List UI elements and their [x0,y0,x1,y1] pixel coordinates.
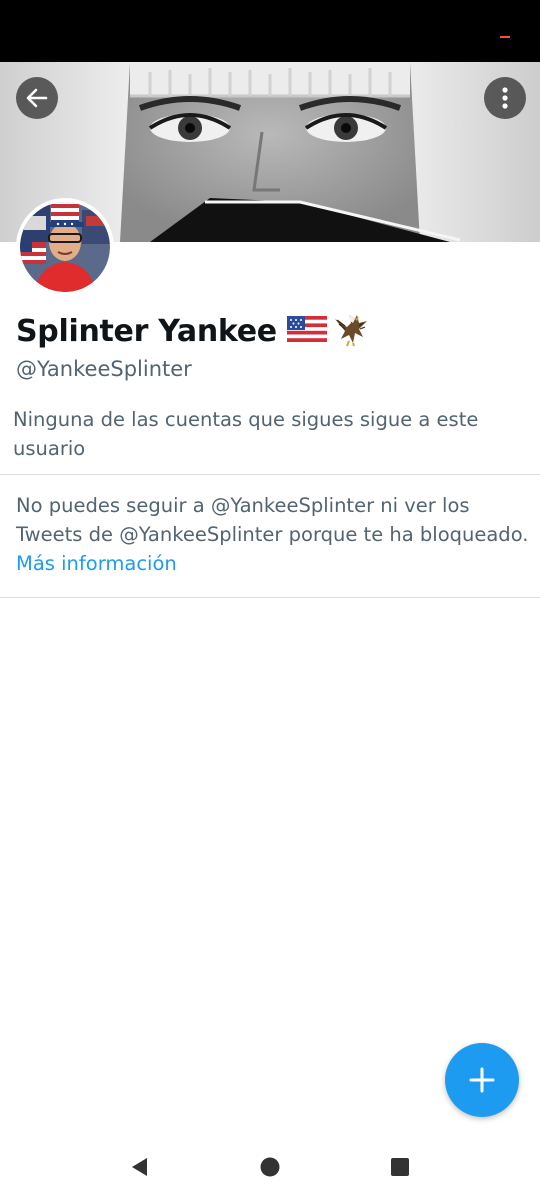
blocked-notice: No puedes seguir a @YankeeSplinter ni ve… [16,491,528,578]
followers-you-know-note: Ninguna de las cuentas que sigues sigue … [13,408,479,460]
nav-home-icon [260,1157,280,1177]
more-vertical-icon [502,87,508,109]
compose-tweet-button[interactable] [445,1043,519,1117]
eagle-icon [333,311,369,351]
nav-back-icon [132,1158,147,1176]
back-arrow-icon [26,88,48,108]
status-bar [0,0,540,62]
avatar-image [20,202,110,292]
learn-more-link[interactable]: Más información [16,549,528,578]
blocked-notice-line-1: No puedes seguir a @YankeeSplinter ni ve… [16,494,470,517]
profile-handle: @YankeeSplinter [16,357,192,381]
divider [0,597,540,598]
nav-recents-button[interactable] [385,1152,415,1182]
profile-name-row: Splinter Yankee [16,310,369,352]
avatar[interactable] [16,198,114,296]
divider [0,474,540,475]
back-button[interactable] [16,77,58,119]
display-name: Splinter Yankee [16,313,277,349]
system-navigation-bar [0,1130,540,1200]
nav-recents-icon [391,1158,409,1176]
plus-icon [469,1067,495,1093]
nav-home-button[interactable] [255,1152,285,1182]
more-options-button[interactable] [484,77,526,119]
us-flag-icon [286,314,327,348]
status-indicator [500,36,510,38]
nav-back-button[interactable] [124,1152,154,1182]
blocked-notice-line-2: Tweets de @YankeeSplinter porque te ha b… [16,523,529,546]
